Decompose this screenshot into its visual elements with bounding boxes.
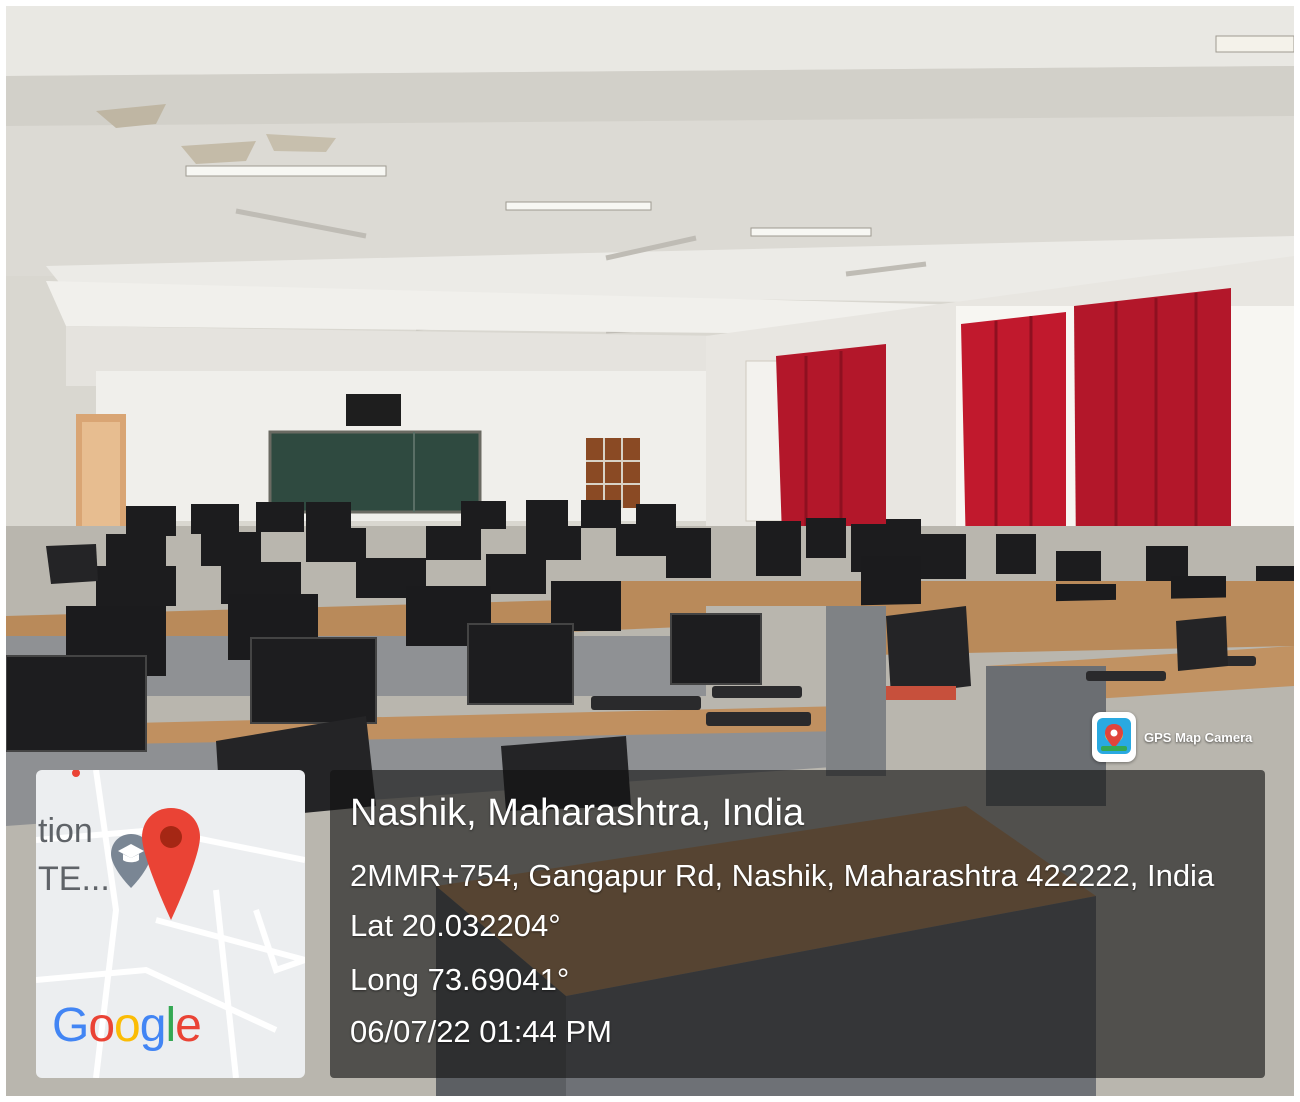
latitude-readout: Lat 20.032204° — [350, 908, 561, 943]
google-logo: Google — [52, 999, 202, 1052]
gps-map-camera-label: GPS Map Camera — [1144, 729, 1253, 745]
location-address: 2MMR+754, Gangapur Rd, Nashik, Maharasht… — [350, 858, 1215, 893]
map-thumbnail: tion TE... Google — [36, 770, 305, 1078]
location-info-panel: Nashik, Maharashtra, India 2MMR+754, Gan… — [330, 770, 1265, 1078]
map-place-label-partial: tion — [38, 812, 93, 850]
gps-map-camera-app-icon — [1092, 712, 1136, 762]
map-place-label-truncated: TE... — [38, 860, 110, 898]
location-title: Nashik, Maharashtra, India — [350, 792, 805, 834]
longitude-readout: Long 73.69041° — [350, 962, 570, 997]
capture-timestamp: 06/07/22 01:44 PM — [350, 1014, 612, 1049]
gps-map-camera-badge: GPS Map Camera — [1092, 706, 1264, 768]
location-pin-icon — [140, 806, 202, 927]
